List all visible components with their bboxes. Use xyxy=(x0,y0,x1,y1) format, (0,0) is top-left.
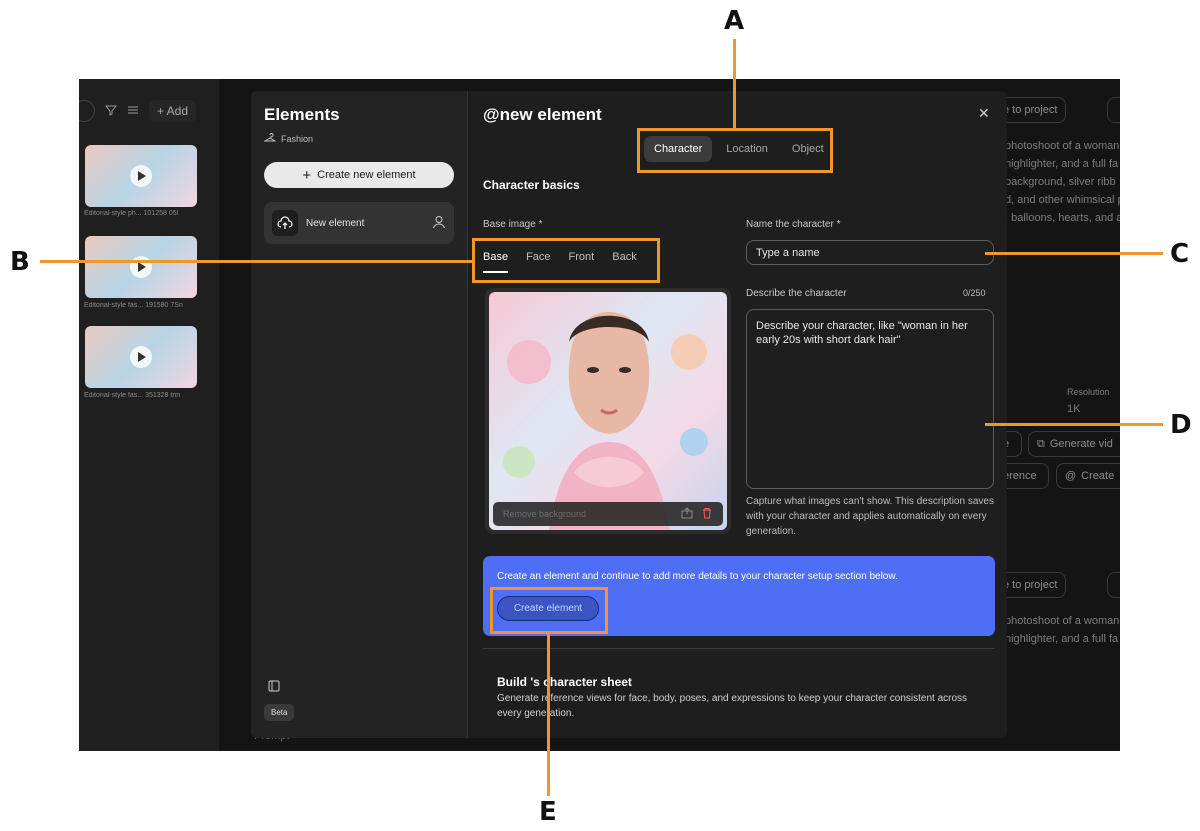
base-image-card[interactable]: Remove background xyxy=(485,288,731,534)
asset-thumbnail[interactable] xyxy=(85,145,197,207)
callout-line-d xyxy=(985,423,1163,426)
upload-icon xyxy=(272,210,298,236)
create-button[interactable]: @ Create xyxy=(1056,463,1120,489)
banner-text: Create an element and continue to add mo… xyxy=(497,571,898,582)
callout-line-b xyxy=(40,260,472,263)
prompt-text: photoshoot of a woman highlighter, and a… xyxy=(1005,140,1120,224)
asset-thumbnail[interactable] xyxy=(85,236,197,298)
star-icon[interactable] xyxy=(1107,97,1120,123)
assets-strip: + Add Editorial-style ph... 101258 05l E… xyxy=(79,79,219,751)
assets-toolbar: + Add xyxy=(79,97,197,125)
element-title: @new element xyxy=(483,105,602,124)
name-input[interactable]: Type a name xyxy=(746,240,994,265)
section-title: Character basics xyxy=(483,178,580,192)
delete-icon[interactable] xyxy=(701,507,713,521)
image-toolbar: Remove background xyxy=(493,502,723,526)
share-icon[interactable] xyxy=(681,507,693,521)
elements-sidebar: Elements Fashion + Create new element Ne… xyxy=(251,91,468,738)
base-image: Remove background xyxy=(489,292,727,530)
filter-icon[interactable] xyxy=(104,104,118,119)
play-icon xyxy=(130,346,152,368)
describe-label: Describe the character xyxy=(746,288,847,299)
description-textarea[interactable]: Describe your character, like "woman in … xyxy=(746,309,994,489)
panel-toggle-icon[interactable] xyxy=(268,679,280,697)
list-icon[interactable] xyxy=(127,104,139,119)
new-element-label: New element xyxy=(306,217,365,229)
callout-b: B xyxy=(10,247,30,277)
character-sheet-description: Generate reference views for face, body,… xyxy=(497,693,968,719)
create-new-element-button[interactable]: + Create new element xyxy=(264,162,454,188)
remove-background-button[interactable]: Remove background xyxy=(503,509,586,519)
callout-box-e xyxy=(490,587,608,634)
plus-icon: + xyxy=(302,166,312,184)
elements-modal: Elements Fashion + Create new element Ne… xyxy=(251,91,1007,738)
generate-video-button[interactable]: ⧉ Generate vid xyxy=(1028,431,1120,457)
add-button[interactable]: + Add xyxy=(149,100,197,122)
char-counter: 0/250 xyxy=(963,288,986,298)
sidebar-subtitle: Fashion xyxy=(263,132,313,146)
asset-label: Editorial-style fas... 191580 7Sn xyxy=(84,302,183,309)
resolution-label: Resolution xyxy=(1067,387,1110,397)
new-element-item[interactable]: New element xyxy=(264,202,454,244)
play-icon xyxy=(130,165,152,187)
callout-line-c xyxy=(985,252,1163,255)
callout-a: A xyxy=(724,6,745,36)
star-icon[interactable] xyxy=(1107,572,1120,598)
callout-line-a xyxy=(733,39,736,129)
callout-c: C xyxy=(1170,239,1190,269)
base-image-label: Base image * xyxy=(483,219,543,230)
character-sheet-title: Build 's character sheet xyxy=(497,675,632,689)
callout-d: D xyxy=(1170,410,1192,440)
person-icon xyxy=(432,215,446,232)
asset-label: Editorial-style ph... 101258 05l xyxy=(84,210,179,217)
description-hint: Capture what images can't show. This des… xyxy=(746,496,994,537)
callout-box-b xyxy=(472,238,660,283)
close-icon[interactable]: ✕ xyxy=(978,105,990,122)
beta-badge: Beta xyxy=(264,704,295,721)
name-label: Name the character * xyxy=(746,219,841,230)
circle-button[interactable] xyxy=(79,100,95,122)
at-icon: @ xyxy=(1065,470,1077,482)
callout-line-e xyxy=(547,632,550,796)
hanger-icon xyxy=(263,132,277,146)
divider xyxy=(483,648,995,649)
video-icon: ⧉ xyxy=(1037,437,1045,450)
callout-e: E xyxy=(539,797,557,827)
asset-label: Editorial-style fas... 351328 tnn xyxy=(84,392,181,399)
resolution-value: 1K xyxy=(1067,403,1081,415)
sidebar-title: Elements xyxy=(264,105,340,124)
callout-box-a xyxy=(637,128,833,173)
asset-thumbnail[interactable] xyxy=(85,326,197,388)
prompt-text-2: photoshoot of a woman highlighter, and a… xyxy=(1005,615,1120,645)
